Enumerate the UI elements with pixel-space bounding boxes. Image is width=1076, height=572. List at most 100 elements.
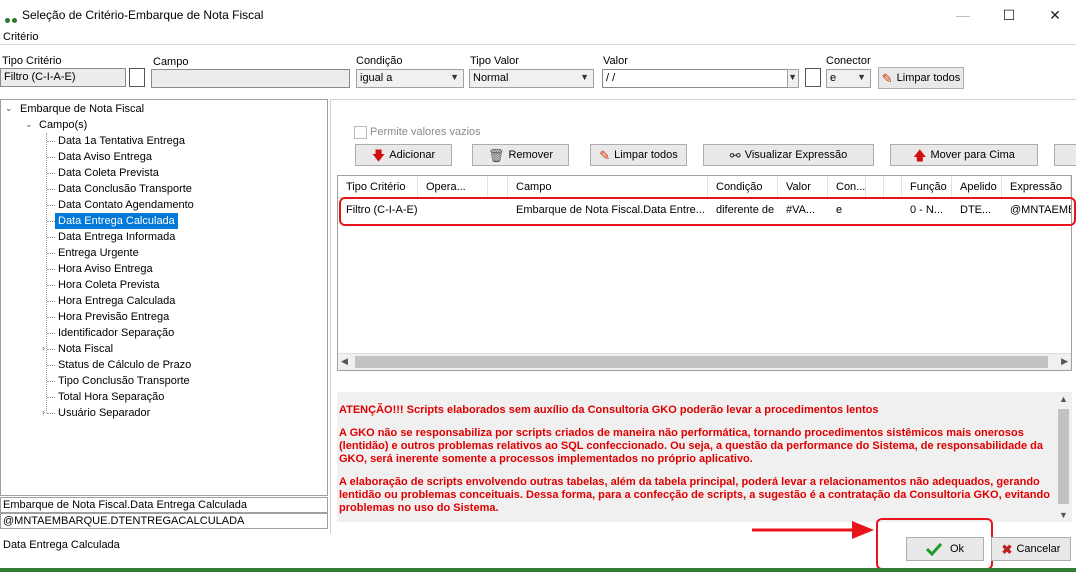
expand-icon[interactable]: › xyxy=(42,343,45,353)
column-header[interactable] xyxy=(884,176,902,198)
remover-label: Remover xyxy=(508,149,554,161)
condicao-label: Condição xyxy=(356,55,403,67)
ok-label: Ok xyxy=(949,543,965,555)
arrow-up-icon: 🡅 xyxy=(913,147,927,163)
field-tree[interactable]: ⌄ Embarque de Nota Fiscal ⌄ Campo(s) Dat… xyxy=(0,99,328,496)
tree-item[interactable]: Entrega Urgente xyxy=(58,245,139,261)
valor-input[interactable]: / / xyxy=(602,69,788,88)
tree-item[interactable]: Tipo Conclusão Transporte xyxy=(58,373,190,389)
tipo-criterio-label: Tipo Critério xyxy=(2,55,62,67)
tipo-valor-select[interactable]: Normal ▼ xyxy=(469,69,594,88)
tree-item[interactable]: Status de Cálculo de Prazo xyxy=(58,357,191,373)
tree-connector xyxy=(47,237,55,238)
tipo-criterio-checkbox[interactable] xyxy=(129,68,145,87)
warning-headline: ATENÇÃO!!! Scripts elaborados sem auxíli… xyxy=(339,404,879,416)
cancel-button[interactable]: ✖ Cancelar xyxy=(991,537,1071,561)
limpar-todos-button[interactable]: ✎ Limpar todos xyxy=(590,144,687,166)
valor-checkbox[interactable] xyxy=(805,68,821,87)
campo-field[interactable] xyxy=(151,69,350,88)
scroll-up-icon[interactable]: ▲ xyxy=(1059,394,1068,404)
mover-cima-button[interactable]: 🡅 Mover para Cima xyxy=(890,144,1038,166)
chevron-down-icon: ▼ xyxy=(788,72,797,82)
column-header[interactable]: Valor xyxy=(778,176,828,198)
collapse-icon[interactable]: ⌄ xyxy=(5,103,13,114)
tree-item[interactable]: Hora Entrega Calculada xyxy=(58,293,175,309)
scroll-right-icon[interactable]: ▶ xyxy=(1061,356,1068,367)
tree-connector xyxy=(47,157,55,158)
minimize-button[interactable]: — xyxy=(940,0,986,30)
tree-item[interactable]: Data Coleta Prevista xyxy=(58,165,159,181)
valor-dropdown[interactable]: ▼ xyxy=(787,69,799,88)
column-header[interactable]: Apelido xyxy=(952,176,1002,198)
tree-connector xyxy=(47,189,55,190)
column-header[interactable] xyxy=(866,176,884,198)
tree-item[interactable]: Data 1a Tentativa Entrega xyxy=(58,133,185,149)
vertical-scrollbar[interactable]: ▲ ▼ xyxy=(1055,392,1072,522)
adicionar-label: Adicionar xyxy=(389,149,436,161)
tree-item[interactable]: Usuário Separador xyxy=(58,405,150,421)
arrow-down-icon: 🡇 xyxy=(371,147,386,163)
tree-item[interactable]: Nota Fiscal xyxy=(58,341,113,357)
tree-connector xyxy=(47,365,55,366)
tree-root-item[interactable]: Embarque de Nota Fiscal xyxy=(20,101,144,117)
tree-connector xyxy=(47,349,55,350)
mover-baixo-button[interactable] xyxy=(1054,144,1076,166)
tree-connector xyxy=(47,397,55,398)
column-header[interactable]: Tipo Critério xyxy=(338,176,418,198)
tree-item[interactable]: Hora Aviso Entrega xyxy=(58,261,153,277)
tree-connector xyxy=(47,221,55,222)
tree-campos-item[interactable]: Campo(s) xyxy=(39,117,87,133)
remover-button[interactable]: 🗑 Remover xyxy=(472,144,569,166)
conector-select[interactable]: e ▼ xyxy=(826,69,871,88)
adicionar-button[interactable]: 🡇 Adicionar xyxy=(355,144,452,166)
tree-connector xyxy=(47,205,55,206)
title-bar: Seleção de Critério-Embarque de Nota Fis… xyxy=(0,0,1076,30)
visualizar-expressao-button[interactable]: ⚯ Visualizar Expressão xyxy=(703,144,874,166)
maximize-button[interactable]: ☐ xyxy=(986,0,1032,30)
column-header[interactable] xyxy=(488,176,508,198)
scroll-thumb[interactable] xyxy=(355,356,1048,368)
ok-button[interactable]: Ok xyxy=(906,537,984,561)
tipo-criterio-field[interactable]: Filtro (C-I-A-E) xyxy=(0,68,126,87)
cancel-label: Cancelar xyxy=(1016,543,1061,555)
condicao-select[interactable]: igual a ▼ xyxy=(356,69,464,88)
selected-expression-field[interactable]: @MNTAEMBARQUE.DTENTREGACALCULADA xyxy=(0,513,328,529)
tree-connector xyxy=(47,333,55,334)
warning-panel: ATENÇÃO!!! Scripts elaborados sem auxíli… xyxy=(337,392,1072,522)
column-header[interactable]: Con... xyxy=(828,176,866,198)
column-header[interactable]: Condição xyxy=(708,176,778,198)
permite-vazios-checkbox[interactable] xyxy=(354,126,367,139)
limpar-todos-criterio-label: Limpar todos xyxy=(896,72,961,84)
scroll-left-icon[interactable]: ◀ xyxy=(341,356,348,367)
tree-item[interactable]: Hora Coleta Prevista xyxy=(58,277,160,293)
tree-connector xyxy=(47,269,55,270)
tree-item[interactable]: Hora Previsão Entrega xyxy=(58,309,169,325)
close-button[interactable]: ✕ xyxy=(1032,0,1076,30)
tree-item[interactable]: Data Entrega Calculada xyxy=(55,213,178,229)
scroll-thumb[interactable] xyxy=(1058,409,1069,504)
tree-item[interactable]: Data Contato Agendamento xyxy=(58,197,194,213)
tree-item[interactable]: Data Entrega Informada xyxy=(58,229,175,245)
tree-item[interactable]: Data Conclusão Transporte xyxy=(58,181,192,197)
eraser-icon: ✎ xyxy=(881,70,893,86)
limpar-todos-criterio-button[interactable]: ✎ Limpar todos xyxy=(878,67,964,89)
tree-item[interactable]: Data Aviso Entrega xyxy=(58,149,152,165)
tree-connector xyxy=(47,381,55,382)
grid-header: Tipo Critério Opera... Campo Condição Valor C… xyxy=(338,176,1071,198)
x-icon: ✖ xyxy=(1001,541,1013,557)
tree-item[interactable]: Total Hora Separação xyxy=(58,389,164,405)
column-header[interactable]: Opera... xyxy=(418,176,488,198)
divider xyxy=(0,44,1076,45)
column-header[interactable]: Expressão xyxy=(1002,176,1071,198)
expand-icon[interactable]: › xyxy=(42,407,45,417)
column-header[interactable]: Campo xyxy=(508,176,708,198)
criterio-group-label: Critério xyxy=(3,31,39,43)
column-header[interactable]: Função xyxy=(902,176,952,198)
horizontal-scrollbar[interactable]: ◀ ▶ xyxy=(338,353,1071,370)
collapse-icon[interactable]: ⌄ xyxy=(25,119,33,130)
tree-item[interactable]: Identificador Separação xyxy=(58,325,174,341)
panel-divider-vertical xyxy=(330,99,331,534)
tipo-valor-label: Tipo Valor xyxy=(470,55,519,67)
selected-path-field[interactable]: Embarque de Nota Fiscal.Data Entrega Cal… xyxy=(0,497,328,513)
scroll-down-icon[interactable]: ▼ xyxy=(1059,510,1068,520)
